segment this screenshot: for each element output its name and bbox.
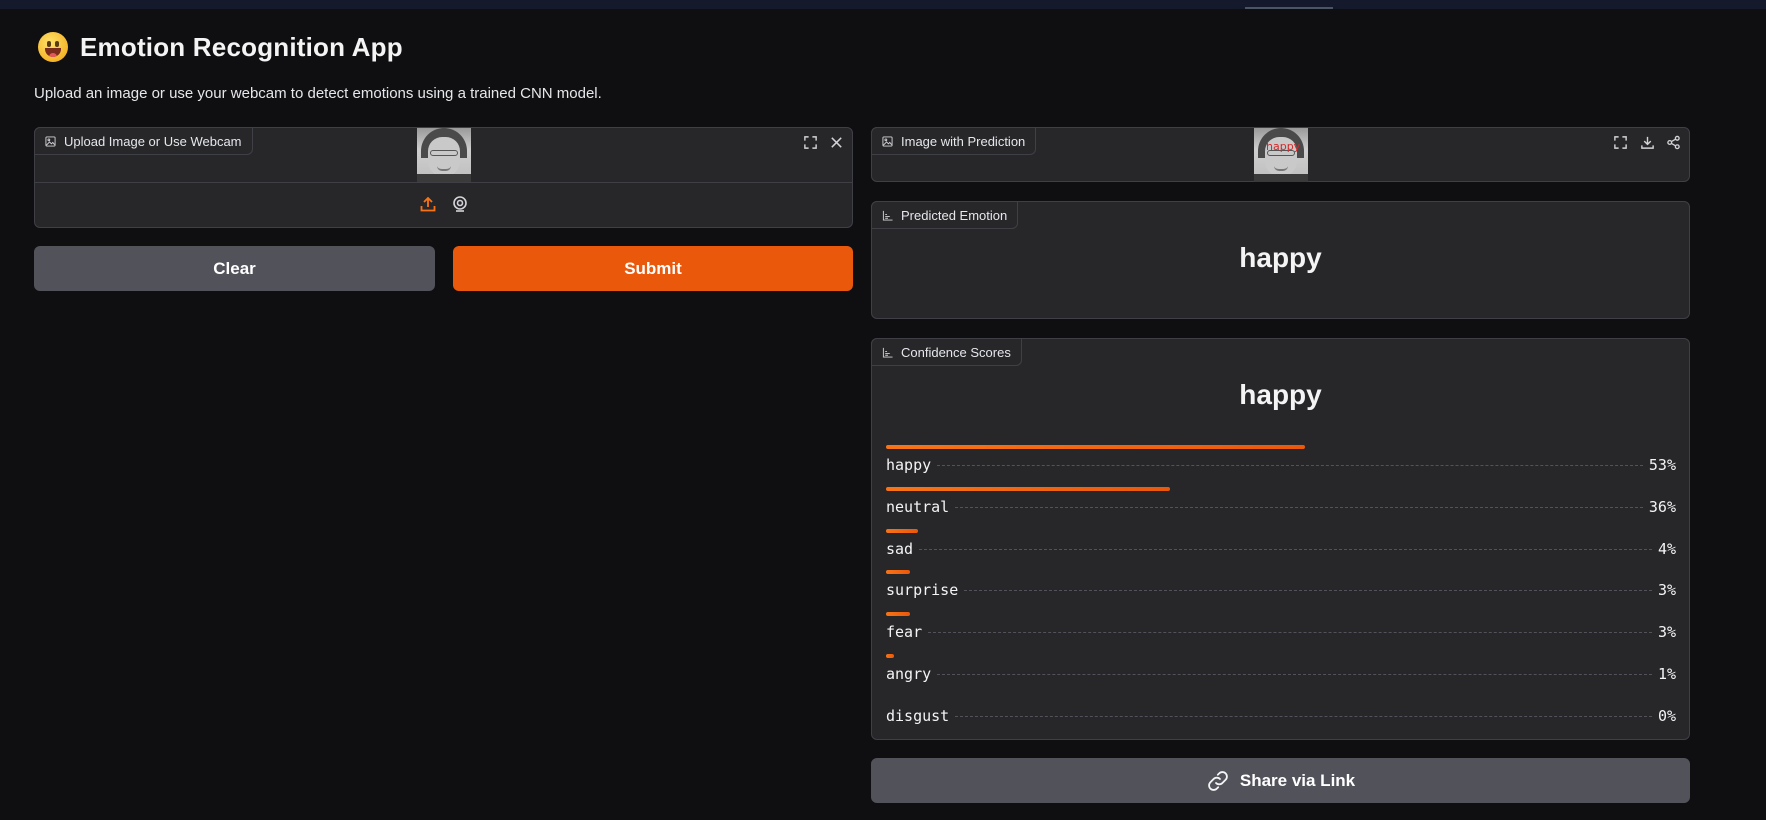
dotted-leader [964, 590, 1652, 592]
confidence-label: surprise [886, 581, 959, 600]
tab-indicator [1245, 7, 1333, 9]
label-chart-icon [882, 347, 893, 358]
confidence-value: 36% [1648, 497, 1676, 516]
clear-button[interactable]: Clear [34, 246, 435, 291]
label-chart-icon [882, 210, 893, 221]
confidence-bar [886, 528, 918, 533]
confidence-bar [886, 570, 910, 575]
image-input-panel[interactable]: Upload Image or Use Webcam [34, 127, 853, 228]
output-image-label: Image with Prediction [871, 127, 1037, 155]
confidence-scores-label: Confidence Scores [871, 338, 1022, 366]
confidence-list: happy 53% neutral 36% sad 4% surprise 3% fear 3% a… [886, 445, 1676, 738]
app-header: Emotion Recognition App [38, 30, 403, 64]
confidence-row: neutral 36% [886, 486, 1676, 529]
confidence-scores-label-text: Confidence Scores [901, 344, 1011, 360]
confidence-row: happy 53% [886, 445, 1676, 487]
confidence-bar [886, 612, 910, 617]
confidence-label: angry [886, 664, 932, 683]
confidence-value: 0% [1657, 706, 1676, 725]
output-image-preview: happy [1254, 128, 1308, 182]
webcam-icon[interactable] [450, 194, 470, 214]
link-icon [1208, 770, 1228, 791]
predicted-emotion-panel: Predicted Emotion happy [871, 201, 1690, 319]
confidence-row: angry 1% [886, 653, 1676, 696]
confidence-value: 53% [1648, 456, 1676, 474]
confidence-row: fear 3% [886, 612, 1676, 654]
predicted-emotion-label: Predicted Emotion [871, 201, 1019, 229]
top-confidence-label: happy [1239, 379, 1322, 410]
page-title: Emotion Recognition App [80, 31, 403, 62]
confidence-row: surprise 3% [886, 570, 1676, 612]
upload-icon[interactable] [418, 194, 438, 214]
image-icon [45, 135, 56, 147]
confidence-bar [886, 445, 1305, 449]
confidence-label: fear [886, 623, 923, 642]
output-image-panel: Image with Prediction happy [871, 127, 1690, 182]
input-image-preview [417, 128, 471, 182]
dotted-leader [955, 715, 1652, 717]
image-icon [882, 135, 893, 147]
confidence-bar [886, 653, 894, 658]
confidence-value: 1% [1657, 664, 1676, 683]
dotted-leader [937, 673, 1652, 675]
dotted-leader [928, 632, 1652, 634]
prediction-overlay-text: happy [1266, 140, 1301, 153]
share-icon[interactable] [1662, 131, 1684, 153]
predicted-emotion-value: happy [1239, 242, 1322, 273]
confidence-value: 3% [1657, 581, 1676, 600]
confidence-label: disgust [886, 706, 950, 725]
confidence-label: neutral [886, 497, 950, 516]
grinning-face-icon [38, 32, 68, 62]
confidence-bar [886, 486, 1170, 491]
confidence-scores-panel: Confidence Scores happy happy 53% neutral 3… [871, 338, 1690, 740]
confidence-row: disgust 0% [886, 696, 1676, 738]
dotted-leader [955, 506, 1643, 508]
image-input-label: Upload Image or Use Webcam [34, 127, 253, 155]
download-icon[interactable] [1636, 131, 1658, 153]
close-icon[interactable] [825, 131, 847, 153]
output-image-label-text: Image with Prediction [901, 133, 1026, 149]
app-description: Upload an image or use your webcam to de… [34, 85, 602, 102]
share-via-link-label: Share via Link [1239, 770, 1356, 790]
fullscreen-icon[interactable] [799, 131, 821, 153]
image-input-label-text: Upload Image or Use Webcam [64, 133, 242, 149]
source-selector [35, 194, 852, 214]
confidence-value: 4% [1657, 539, 1676, 558]
dotted-leader [919, 548, 1652, 550]
confidence-value: 3% [1657, 623, 1676, 642]
predicted-emotion-label-text: Predicted Emotion [901, 207, 1008, 223]
submit-button[interactable]: Submit [453, 246, 853, 291]
confidence-label: happy [886, 456, 932, 474]
top-bar [0, 0, 1766, 9]
fullscreen-icon[interactable] [1609, 131, 1631, 153]
panel-divider [35, 182, 852, 183]
dotted-leader [937, 465, 1643, 466]
share-via-link-button[interactable]: Share via Link [871, 758, 1690, 803]
confidence-label: sad [886, 539, 914, 558]
confidence-row: sad 4% [886, 528, 1676, 571]
